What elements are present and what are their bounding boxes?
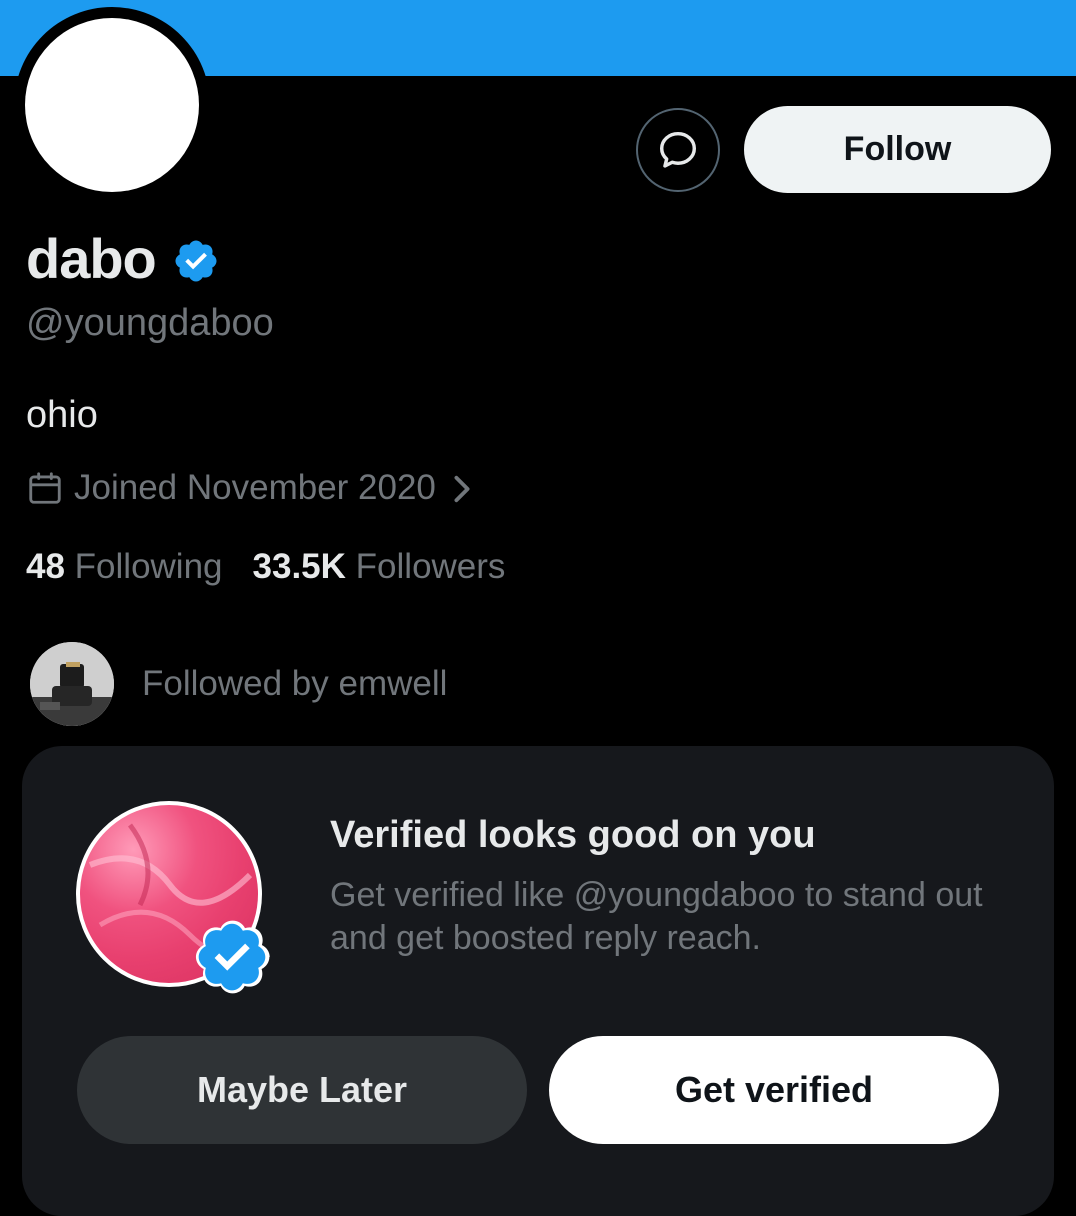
name-row: dabo — [26, 226, 220, 291]
followers-count: 33.5K — [252, 547, 346, 586]
chevron-right-icon — [454, 475, 470, 503]
promo-description: Get verified like @youngdaboo to stand o… — [330, 876, 983, 957]
promo-title: Verified looks good on you — [330, 814, 816, 856]
message-button[interactable] — [636, 108, 720, 192]
maybe-later-button[interactable]: Maybe Later — [77, 1036, 527, 1144]
verified-badge-icon — [195, 920, 270, 994]
followers-stat[interactable]: 33.5K Followers — [253, 547, 506, 587]
joined-date-row[interactable]: Joined November 2020 — [26, 468, 474, 508]
followed-by-text: Followed by emwell — [142, 664, 448, 703]
followed-by-row[interactable]: Followed by emwell — [30, 642, 447, 726]
get-verified-button[interactable]: Get verified — [549, 1036, 999, 1144]
follow-button[interactable]: Follow — [744, 106, 1051, 193]
follower-avatar — [30, 642, 114, 726]
followers-label: Followers — [355, 547, 506, 586]
follow-stats: 48 Following 33.5K Followers — [26, 547, 535, 587]
profile-bio: ohio — [26, 394, 98, 436]
following-stat[interactable]: 48 Following — [26, 547, 223, 587]
joined-date: Joined November 2020 — [74, 468, 436, 507]
profile-avatar[interactable] — [25, 18, 199, 192]
calendar-icon — [29, 472, 61, 504]
profile-handle: @youngdaboo — [26, 302, 274, 344]
following-count: 48 — [26, 547, 65, 586]
message-icon — [659, 131, 697, 168]
following-label: Following — [74, 547, 223, 586]
verified-badge-icon[interactable] — [172, 237, 220, 285]
display-name: dabo — [26, 227, 157, 290]
